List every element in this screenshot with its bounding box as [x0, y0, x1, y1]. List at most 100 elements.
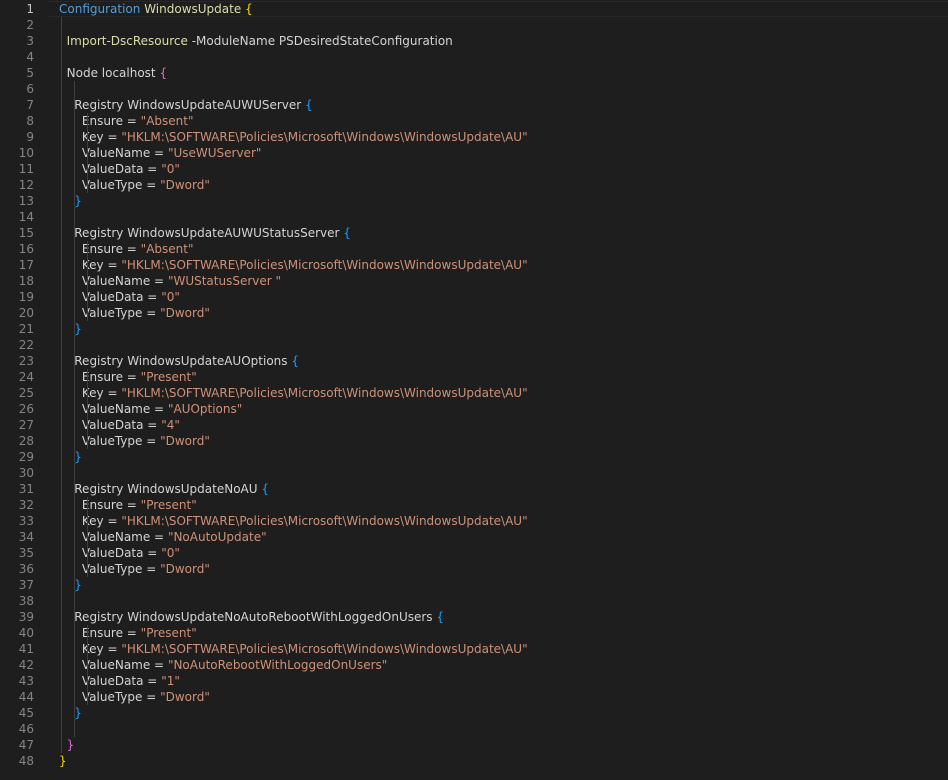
code-line[interactable]: 43 ValueData = "1" [0, 673, 948, 689]
code-line[interactable]: 11 ValueData = "0" [0, 161, 948, 177]
code-line[interactable]: 26 ValueName = "AUOptions" [0, 401, 948, 417]
line-number: 26 [18, 402, 34, 416]
code-text[interactable]: ValueData = "0" [59, 289, 180, 305]
code-text[interactable]: Ensure = "Present" [59, 497, 197, 513]
code-text[interactable]: Configuration WindowsUpdate { [59, 1, 253, 17]
code-text[interactable]: ValueName = "NoAutoUpdate" [59, 529, 267, 545]
code-text[interactable]: } [59, 449, 82, 465]
code-text[interactable]: ValueData = "0" [59, 161, 180, 177]
code-text[interactable]: } [59, 705, 82, 721]
code-line[interactable]: 3 Import-DscResource -ModuleName PSDesir… [0, 33, 948, 49]
code-line[interactable]: 1 Configuration WindowsUpdate { [0, 1, 948, 17]
code-text[interactable]: ValueData = "4" [59, 417, 180, 433]
code-line[interactable]: 15 Registry WindowsUpdateAUWUStatusServe… [0, 225, 948, 241]
code-line[interactable]: 41 Key = "HKLM:\SOFTWARE\Policies\Micros… [0, 641, 948, 657]
code-text[interactable]: ValueType = "Dword" [59, 305, 210, 321]
code-line[interactable]: 5 Node localhost { [0, 65, 948, 81]
code-text[interactable]: Import-DscResource -ModuleName PSDesired… [59, 33, 453, 49]
code-text[interactable]: Registry WindowsUpdateNoAutoRebootWithLo… [59, 609, 444, 625]
code-line[interactable]: 22 [0, 337, 948, 353]
code-line[interactable]: 46 [0, 721, 948, 737]
code-line[interactable]: 35 ValueData = "0" [0, 545, 948, 561]
code-line[interactable]: 16 Ensure = "Absent" [0, 241, 948, 257]
code-line[interactable]: 40 Ensure = "Present" [0, 625, 948, 641]
code-line[interactable]: 39 Registry WindowsUpdateNoAutoRebootWit… [0, 609, 948, 625]
code-line[interactable]: 7 Registry WindowsUpdateAUWUServer { [0, 97, 948, 113]
code-line[interactable]: 17 Key = "HKLM:\SOFTWARE\Policies\Micros… [0, 257, 948, 273]
code-token: Ensure = [59, 498, 141, 512]
indent-guide [74, 81, 75, 737]
code-line[interactable]: 34 ValueName = "NoAutoUpdate" [0, 529, 948, 545]
code-token: "Dword" [160, 178, 210, 192]
code-line[interactable]: 13 } [0, 193, 948, 209]
code-token: } [74, 706, 82, 720]
code-line[interactable]: 37 } [0, 577, 948, 593]
code-line[interactable]: 32 Ensure = "Present" [0, 497, 948, 513]
code-line[interactable]: 30 [0, 465, 948, 481]
code-line[interactable]: 19 ValueData = "0" [0, 289, 948, 305]
code-line[interactable]: 8 Ensure = "Absent" [0, 113, 948, 129]
code-text[interactable]: Key = "HKLM:\SOFTWARE\Policies\Microsoft… [59, 257, 528, 273]
code-text[interactable]: Ensure = "Absent" [59, 241, 194, 257]
code-text[interactable]: Registry WindowsUpdateAUOptions { [59, 353, 299, 369]
code-line[interactable]: 6 [0, 81, 948, 97]
code-text[interactable]: } [59, 753, 67, 769]
code-text[interactable]: Ensure = "Absent" [59, 113, 194, 129]
code-line[interactable]: 14 [0, 209, 948, 225]
code-line[interactable]: 12 ValueType = "Dword" [0, 177, 948, 193]
code-line[interactable]: 20 ValueType = "Dword" [0, 305, 948, 321]
code-text[interactable]: ValueType = "Dword" [59, 177, 210, 193]
code-line[interactable]: 9 Key = "HKLM:\SOFTWARE\Policies\Microso… [0, 129, 948, 145]
code-text[interactable]: Node localhost { [59, 65, 167, 81]
code-text[interactable]: } [59, 193, 82, 209]
code-text[interactable]: ValueName = "NoAutoRebootWithLoggedOnUse… [59, 657, 387, 673]
code-line[interactable]: 48} [0, 753, 948, 769]
code-text[interactable]: ValueType = "Dword" [59, 433, 210, 449]
line-number: 47 [18, 738, 34, 752]
code-line[interactable]: 42 ValueName = "NoAutoRebootWithLoggedOn… [0, 657, 948, 673]
code-line[interactable]: 36 ValueType = "Dword" [0, 561, 948, 577]
code-text[interactable]: Registry WindowsUpdateNoAU { [59, 481, 269, 497]
code-text[interactable]: } [59, 321, 82, 337]
code-line[interactable]: 10 ValueName = "UseWUServer" [0, 145, 948, 161]
code-text[interactable]: Registry WindowsUpdateAUWUStatusServer { [59, 225, 351, 241]
code-line[interactable]: 23 Registry WindowsUpdateAUOptions { [0, 353, 948, 369]
code-line[interactable]: 24 Ensure = "Present" [0, 369, 948, 385]
code-line[interactable]: 28 ValueType = "Dword" [0, 433, 948, 449]
code-text[interactable]: ValueName = "UseWUServer" [59, 145, 262, 161]
code-token: "NoAutoUpdate" [167, 530, 267, 544]
code-line[interactable]: 18 ValueName = "WUStatusServer " [0, 273, 948, 289]
code-token: Registry WindowsUpdateNoAU [59, 482, 262, 496]
code-text[interactable]: ValueType = "Dword" [59, 561, 210, 577]
code-line[interactable]: 29 } [0, 449, 948, 465]
code-line[interactable]: 45 } [0, 705, 948, 721]
code-line[interactable]: 47 } [0, 737, 948, 753]
code-text[interactable]: Key = "HKLM:\SOFTWARE\Policies\Microsoft… [59, 129, 528, 145]
code-token: "Dword" [160, 434, 210, 448]
code-text[interactable]: Key = "HKLM:\SOFTWARE\Policies\Microsoft… [59, 513, 528, 529]
line-number: 43 [18, 674, 34, 688]
code-text[interactable]: ValueData = "1" [59, 673, 180, 689]
code-text[interactable]: Registry WindowsUpdateAUWUServer { [59, 97, 312, 113]
code-text[interactable]: ValueType = "Dword" [59, 689, 210, 705]
code-editor[interactable]: 1 Configuration WindowsUpdate {2 3 Import-… [0, 0, 948, 780]
line-number: 15 [18, 226, 34, 240]
code-text[interactable]: ValueData = "0" [59, 545, 180, 561]
code-line[interactable]: 25 Key = "HKLM:\SOFTWARE\Policies\Micros… [0, 385, 948, 401]
code-line[interactable]: 2 [0, 17, 948, 33]
code-line[interactable]: 27 ValueData = "4" [0, 417, 948, 433]
code-text[interactable]: Ensure = "Present" [59, 625, 197, 641]
code-text[interactable]: Key = "HKLM:\SOFTWARE\Policies\Microsoft… [59, 385, 528, 401]
code-line[interactable]: 4 [0, 49, 948, 65]
code-text[interactable]: Key = "HKLM:\SOFTWARE\Policies\Microsoft… [59, 641, 528, 657]
code-text[interactable]: Ensure = "Present" [59, 369, 197, 385]
code-text[interactable]: ValueName = "WUStatusServer " [59, 273, 281, 289]
code-token: "HKLM:\SOFTWARE\Policies\Microsoft\Windo… [121, 130, 528, 144]
code-line[interactable]: 33 Key = "HKLM:\SOFTWARE\Policies\Micros… [0, 513, 948, 529]
code-line[interactable]: 21 } [0, 321, 948, 337]
code-text[interactable]: } [59, 577, 82, 593]
code-line[interactable]: 31 Registry WindowsUpdateNoAU { [0, 481, 948, 497]
code-line[interactable]: 38 [0, 593, 948, 609]
code-line[interactable]: 44 ValueType = "Dword" [0, 689, 948, 705]
code-token: } [59, 754, 67, 768]
